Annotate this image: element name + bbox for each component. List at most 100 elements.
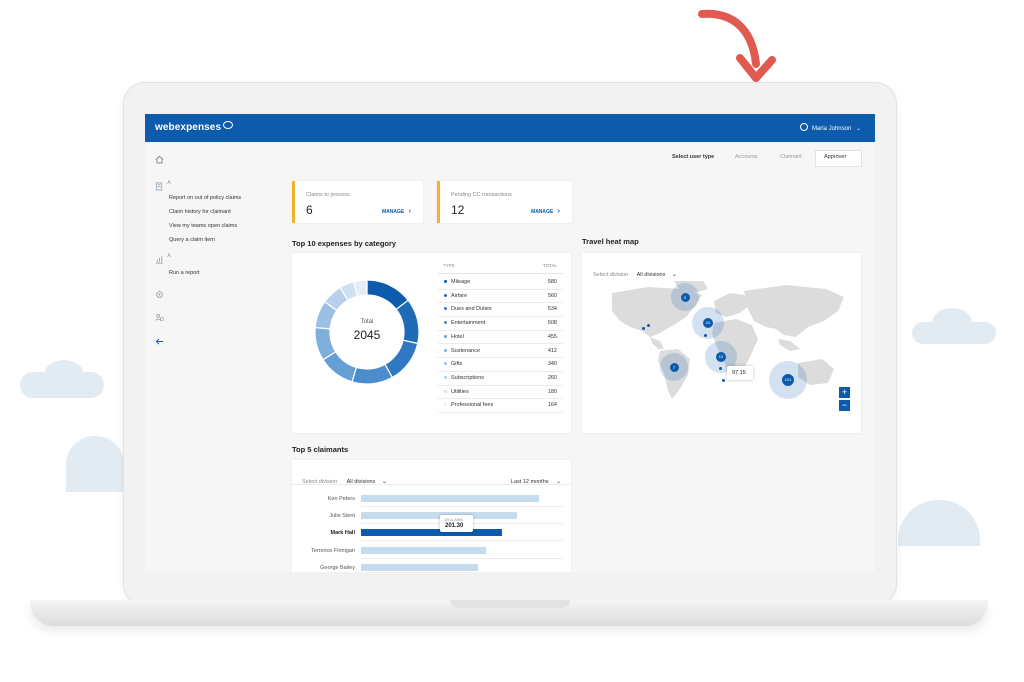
heatmap-section-title: Travel heat map [582, 237, 639, 246]
donut-slice-entertainment[interactable] [351, 363, 394, 385]
expense-row: Subscriptions 260 [438, 371, 563, 386]
chevron-down-icon: ⌄ [671, 272, 677, 278]
map-tooltip: 97.15 [727, 366, 753, 380]
home-icon[interactable] [155, 155, 164, 164]
back-arrow-icon[interactable] [155, 337, 164, 346]
period-select[interactable]: Last 12 months ⌄ [511, 470, 561, 488]
claimant-name: Julie Stent [329, 513, 355, 520]
user-menu[interactable]: Maria Johnson ⌄ [799, 123, 861, 132]
chevron-down-icon: ⌄ [855, 126, 861, 132]
settings-icon[interactable] [155, 290, 164, 299]
kpi-card-claims: Claims to process 6 MANAGE › [292, 181, 423, 223]
map-point[interactable] [703, 333, 707, 337]
claimants-section-title: Top 5 claimants [292, 445, 349, 454]
collapse-claims-icon[interactable]: ˄ [167, 180, 171, 187]
expense-total: 260 [547, 374, 557, 381]
claimant-name: Mark Hall [330, 530, 355, 537]
expense-total: 180 [547, 388, 557, 395]
sidebar-item-out-of-policy[interactable]: Report on out of policy claims [169, 195, 241, 201]
expenses-table: TYPE TOTAL Mileage 580 Airfare 560 Dues and … [438, 253, 563, 418]
legend-dot [444, 403, 447, 407]
legend-dot [444, 293, 447, 297]
claimant-name: Ken Peters [327, 496, 355, 502]
expense-row: Airfare 560 [438, 289, 563, 304]
claimants-card: Select division All divisions ⌄ Last 12 … [292, 460, 571, 572]
expense-total: 164 [547, 402, 557, 409]
zoom-in-button[interactable]: + [839, 387, 850, 398]
expense-total: 340 [547, 361, 557, 368]
user-type-claimant[interactable]: Claimant [780, 154, 802, 160]
app-logo[interactable]: webexpenses [155, 121, 234, 133]
map-point[interactable] [641, 326, 645, 330]
map-point[interactable] [718, 366, 722, 370]
expense-total: 534 [547, 306, 557, 313]
user-icon [799, 123, 808, 131]
pointing-arrow-icon [698, 9, 776, 82]
collapse-reports-icon[interactable]: ˄ [167, 253, 171, 260]
donut-slice-dues-and-duties[interactable] [384, 339, 419, 379]
col-total-header: TOTAL [542, 263, 557, 268]
kpi-value: 6 [306, 203, 313, 217]
sidebar-item-query-claim[interactable]: Query a claim item [169, 237, 215, 243]
zoom-out-button[interactable]: − [839, 400, 850, 411]
expense-row: Utilities 180 [438, 385, 563, 400]
expense-type: Professional fees [451, 402, 494, 409]
legend-dot [444, 375, 447, 379]
expense-total: 455 [547, 333, 557, 340]
kpi-label: Claims to process [306, 192, 350, 198]
legend-dot [444, 389, 447, 393]
claimants-division-select[interactable]: Select division All divisions ⌄ [302, 470, 387, 488]
map-cluster-marker[interactable]: 9 [680, 292, 690, 302]
laptop-notch [450, 600, 570, 608]
user-type-selector: Select user type Accounts Claimant Appro… [665, 150, 862, 167]
expense-type: Sustenance [451, 347, 481, 354]
expense-type: Utilities [451, 388, 469, 395]
expense-type: Subscriptions [451, 374, 485, 381]
bar-tooltip-value: 201.30 [445, 523, 464, 529]
legend-dot [444, 348, 447, 352]
map-point[interactable] [646, 323, 650, 327]
reports-icon[interactable] [155, 255, 164, 264]
user-type-approver[interactable]: Approver [824, 154, 846, 160]
expense-type: Mileage [451, 279, 471, 285]
map-point[interactable] [721, 378, 725, 382]
claimant-name: Terrence Finnigan [310, 547, 355, 554]
app-screen: webexpenses Maria Johnson ⌄ ˄ Report on … [145, 114, 875, 572]
division-select[interactable]: Select division All divisions ⌄ [593, 263, 677, 281]
claimant-bar[interactable] [361, 546, 487, 554]
claimant-bar[interactable] [361, 529, 503, 537]
legend-dot [444, 280, 447, 283]
map-cluster-marker[interactable]: 12 [716, 352, 726, 362]
bar-tooltip: £5 CLAIMS 201.30 [440, 515, 473, 532]
donut-total-label: Total [360, 319, 374, 325]
chevron-right-icon: › [408, 208, 411, 215]
legend-dot [444, 307, 447, 311]
expense-total: 412 [547, 347, 557, 354]
sidebar-item-claim-history[interactable]: Claim history for claimant [169, 209, 231, 215]
users-icon[interactable] [155, 313, 164, 322]
legend-dot [444, 362, 447, 366]
sidebar-item-run-report[interactable]: Run a report [169, 270, 200, 276]
claims-icon[interactable] [155, 182, 164, 191]
claimant-bar[interactable] [361, 563, 479, 571]
claimant-bar[interactable] [361, 495, 539, 502]
expense-row: Mileage 580 [438, 275, 563, 290]
user-type-accounts[interactable]: Accounts [735, 154, 758, 160]
kpi-value: 12 [451, 203, 465, 217]
expenses-section-title: Top 10 expenses by category [292, 239, 397, 248]
manage-cc-button[interactable]: MANAGE › [531, 208, 560, 215]
expense-type: Entertainment [451, 320, 486, 327]
map-cluster-marker[interactable]: 7 [669, 362, 679, 372]
user-type-label: Select user type [672, 154, 715, 160]
map-cluster-marker[interactable]: 24 [703, 318, 713, 328]
sidebar-item-team-open-claims[interactable]: View my teams open claims [169, 223, 237, 229]
legend-dot [444, 334, 447, 338]
expense-row: Professional fees 164 [438, 398, 563, 413]
map-cluster-marker[interactable]: 101 [782, 374, 794, 386]
claimant-bar[interactable] [361, 512, 517, 520]
manage-claims-button[interactable]: MANAGE › [382, 208, 411, 215]
map-tooltip-value: 97.15 [732, 370, 746, 376]
expense-row: Hotel 455 [438, 330, 563, 345]
expense-total: 580 [547, 279, 557, 285]
bar-gridline [361, 540, 563, 542]
